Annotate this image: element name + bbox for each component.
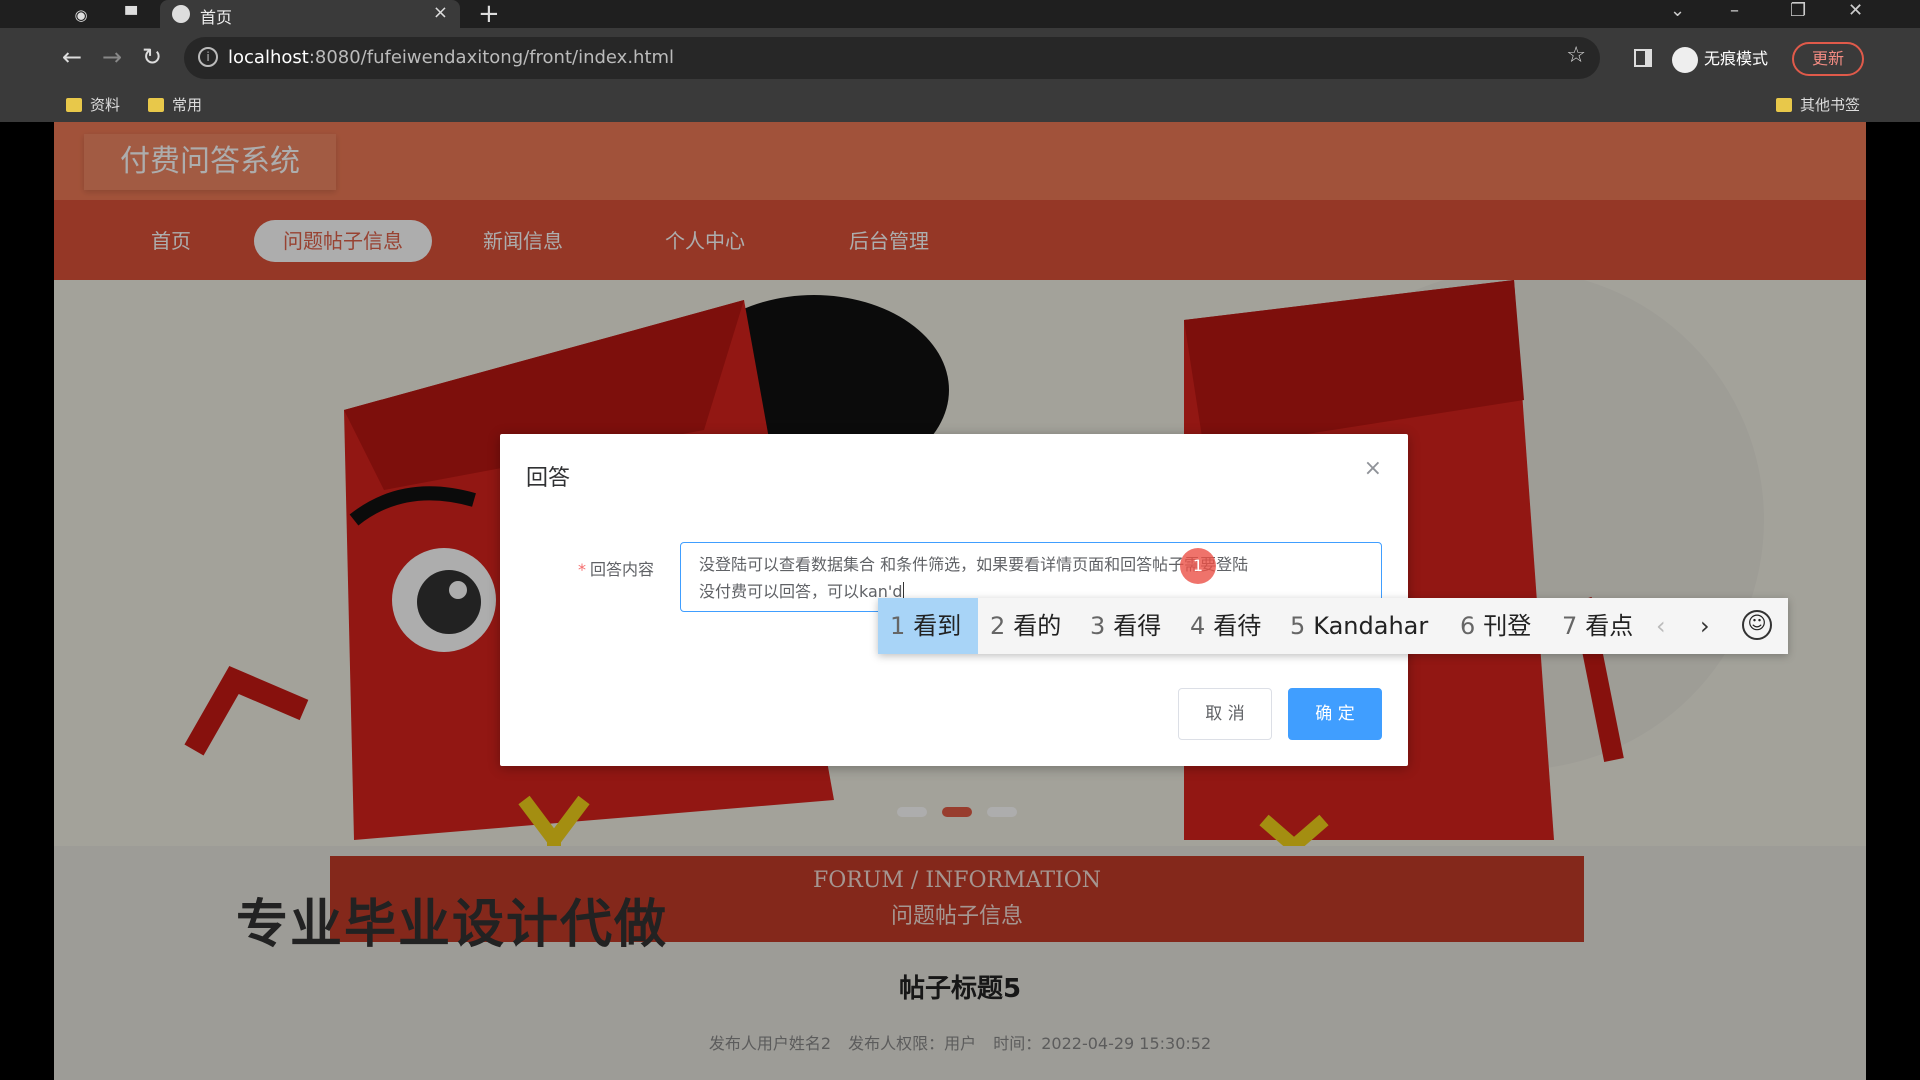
back-icon[interactable]: ← [62,42,82,72]
cancel-button[interactable]: 取 消 [1178,688,1272,740]
ime-candidate[interactable]: 5 Kandahar [1278,598,1440,654]
folder-icon [148,98,164,112]
other-bookmarks[interactable]: 其他书签 [1776,94,1860,115]
ime-candidate[interactable]: 3 看得 [1078,598,1173,654]
bookmarks-bar: 资料 常用 其他书签 [0,88,1920,122]
ime-candidate[interactable]: 6 刊登 [1448,598,1543,654]
ime-next-page-icon[interactable]: › [1700,598,1710,654]
confirm-button[interactable]: 确 定 [1288,688,1382,740]
tab-list-icon[interactable]: ⌄ [1670,0,1685,22]
globe-icon [172,5,190,23]
bookmark-star-icon[interactable]: ☆ [1566,43,1586,68]
bookmark-folder[interactable]: 资料 [66,94,120,115]
restore-icon[interactable]: ❐ [1790,0,1806,22]
emoji-icon[interactable]: ☺ [1742,610,1772,640]
folder-icon [66,98,82,112]
update-button[interactable]: 更新 [1792,42,1864,76]
tab-close-icon[interactable]: × [433,2,448,23]
ime-candidate[interactable]: 4 看待 [1178,598,1273,654]
incognito-icon [1672,46,1698,73]
reload-icon[interactable]: ↻ [142,42,162,72]
dialog-title: 回答 [526,466,571,491]
bookmark-label: 常用 [172,96,203,114]
folder-icon [1776,98,1792,112]
address-bar[interactable]: i localhost:8080/fufeiwendaxitong/front/… [184,37,1600,79]
forward-icon[interactable]: → [102,42,122,72]
mouse-cursor-indicator: 1 [1180,548,1216,584]
bookmark-label: 资料 [90,96,121,114]
video-letterbox-right [1866,122,1920,1080]
ime-candidate-bar: 1 看到 2 看的 3 看得 4 看待 5 Kandahar 6 刊登 7 看点 ‹ › ☺ [878,598,1788,654]
ime-candidate[interactable]: 7 看点 [1550,598,1645,654]
incognito-indicator[interactable]: 无痕模式 [1672,45,1768,73]
ime-candidate[interactable]: 1 看到 [878,598,978,654]
browser-toolbar: ← → ↻ i localhost:8080/fufeiwendaxitong/… [0,28,1920,88]
bookmark-folder[interactable]: 常用 [148,94,202,115]
tab-search-icon[interactable]: ▀ [120,4,142,26]
ime-candidate[interactable]: 2 看的 [978,598,1073,654]
answer-field-label: * 回答内容 [578,560,655,579]
url-text: localhost:8080/fufeiwendaxitong/front/in… [228,47,675,68]
tab-title: 首页 [200,8,233,27]
other-bookmarks-label: 其他书签 [1800,96,1861,114]
ime-prev-page-icon[interactable]: ‹ [1656,598,1666,654]
window-close-icon[interactable]: ✕ [1848,0,1863,22]
browser-tabbar: ◉ ▀ 首页 × + ⌄ – ❐ ✕ [0,0,1920,28]
incognito-label: 无痕模式 [1704,49,1769,68]
minimize-icon[interactable]: – [1730,0,1739,22]
close-icon[interactable]: × [1364,456,1382,481]
site-info-icon[interactable]: i [198,47,218,67]
side-panel-icon[interactable] [1634,49,1652,67]
video-letterbox-left [0,122,54,1080]
browser-profile-icon[interactable]: ◉ [70,4,92,26]
browser-tab[interactable]: 首页 × [160,0,460,28]
new-tab-icon[interactable]: + [478,0,500,28]
